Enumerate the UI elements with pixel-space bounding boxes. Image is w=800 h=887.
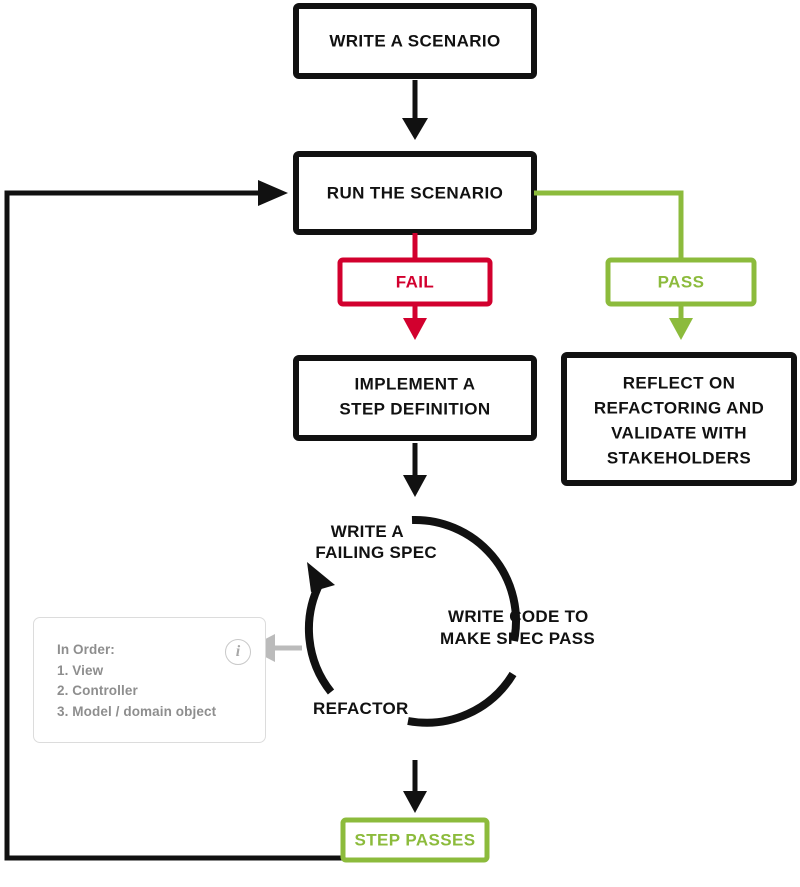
cycle-arc-bottom-right bbox=[407, 671, 517, 727]
arrow-implement-to-cycle bbox=[403, 443, 427, 497]
info-callout-item-3: 3. Model / domain object bbox=[57, 703, 217, 719]
write-code-line2: MAKE SPEC PASS bbox=[440, 629, 595, 648]
info-callout-list: In Order: 1. View 2. Controller 3. Model… bbox=[57, 640, 216, 722]
run-the-scenario-label: RUN THE SCENARIO bbox=[327, 183, 503, 202]
cycle-arc-left bbox=[304, 581, 335, 695]
cycle-arc-left-arrowhead bbox=[307, 562, 335, 592]
arrow-cycle-to-step-passes bbox=[403, 760, 427, 813]
info-icon[interactable]: i bbox=[225, 639, 251, 665]
implement-step-definition-line1: IMPLEMENT A bbox=[355, 374, 476, 393]
implement-step-definition-box[interactable] bbox=[293, 355, 537, 441]
reflect-line2: REFACTORING AND bbox=[594, 398, 764, 417]
fail-branch: FAIL bbox=[337, 233, 493, 340]
implement-step-definition-line2: STEP DEFINITION bbox=[339, 399, 490, 418]
write-a-scenario-label: WRITE A SCENARIO bbox=[329, 31, 500, 50]
reflect-line4: STAKEHOLDERS bbox=[607, 448, 751, 467]
step-passes-label: STEP PASSES bbox=[355, 830, 476, 849]
node-step-passes[interactable]: STEP PASSES bbox=[340, 817, 490, 863]
cycle-label-write-failing-spec: WRITE A FAILING SPEC bbox=[315, 522, 437, 562]
reflect-line3: VALIDATE WITH bbox=[611, 423, 747, 442]
info-callout-card[interactable]: i In Order: 1. View 2. Controller 3. Mod… bbox=[33, 617, 266, 743]
bdd-tdd-flowchart: WRITE A SCENARIO RUN THE SCENARIO FAIL P… bbox=[0, 0, 800, 887]
reflect-line1: REFLECT ON bbox=[623, 373, 736, 392]
flowchart-canvas: WRITE A SCENARIO RUN THE SCENARIO FAIL P… bbox=[4, 3, 797, 863]
node-run-the-scenario[interactable]: RUN THE SCENARIO bbox=[293, 151, 537, 235]
node-reflect-refactoring-validate[interactable]: REFLECT ON REFACTORING AND VALIDATE WITH… bbox=[561, 352, 797, 486]
node-write-a-scenario[interactable]: WRITE A SCENARIO bbox=[293, 3, 537, 79]
write-failing-spec-line1: WRITE A bbox=[331, 522, 404, 541]
info-callout-heading: In Order: bbox=[57, 642, 115, 657]
fail-label: FAIL bbox=[396, 272, 434, 291]
cycle-label-refactor: REFACTOR bbox=[313, 699, 409, 718]
return-loop-arrowhead bbox=[258, 180, 288, 206]
refactor-label: REFACTOR bbox=[313, 699, 409, 718]
arrow-scenario-to-run bbox=[402, 80, 428, 140]
pass-label: PASS bbox=[658, 272, 705, 291]
pass-branch: PASS bbox=[534, 190, 757, 340]
info-callout-item-2: 2. Controller bbox=[57, 683, 138, 698]
write-failing-spec-line2: FAILING SPEC bbox=[315, 543, 437, 562]
write-code-line1: WRITE CODE TO bbox=[448, 607, 589, 626]
info-callout-item-1: 1. View bbox=[57, 662, 104, 678]
node-implement-step-definition[interactable]: IMPLEMENT A STEP DEFINITION bbox=[293, 355, 537, 441]
